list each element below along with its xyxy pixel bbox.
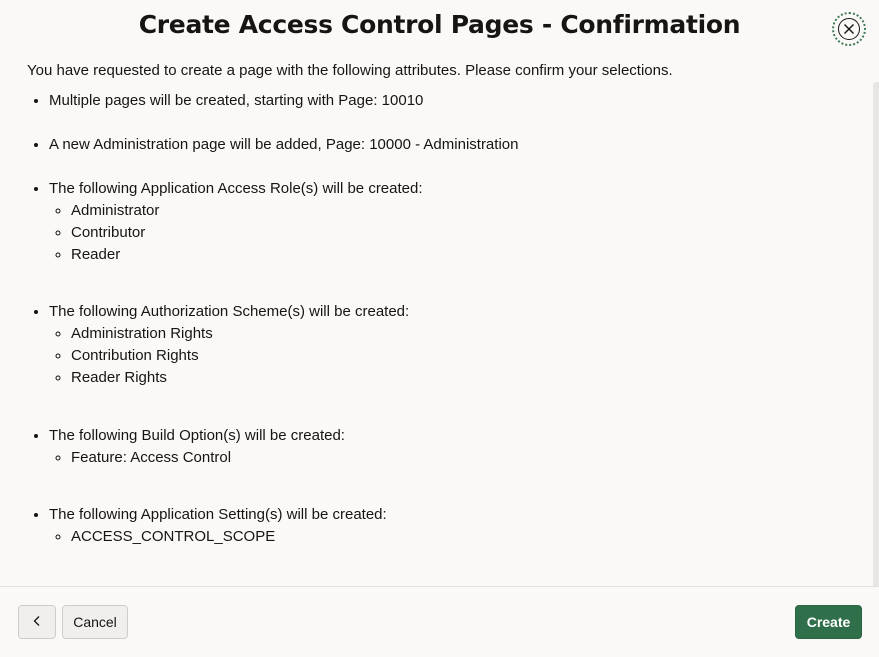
roles-list: Administrator Contributor Reader — [49, 200, 869, 266]
schemes-label: The following Authorization Scheme(s) wi… — [49, 303, 410, 320]
close-button[interactable] — [832, 12, 866, 46]
list-item-roles: The following Application Access Role(s)… — [49, 178, 869, 266]
settings-label: The following Application Setting(s) wil… — [49, 506, 387, 523]
build-options-label: The following Build Option(s) will be cr… — [49, 427, 345, 444]
list-item: Administrator — [71, 200, 869, 222]
list-item-schemes: The following Authorization Scheme(s) wi… — [49, 301, 869, 389]
close-icon — [838, 18, 860, 40]
scrollbar[interactable] — [873, 82, 879, 586]
dialog-footer: Cancel Create — [0, 586, 879, 657]
list-item-pages: Multiple pages will be created, starting… — [49, 90, 869, 112]
list-item: ACCESS_CONTROL_SCOPE — [71, 526, 869, 548]
dialog-title: Create Access Control Pages - Confirmati… — [138, 10, 741, 39]
create-button[interactable]: Create — [795, 605, 862, 639]
list-item-settings: The following Application Setting(s) wil… — [49, 504, 869, 548]
list-item: Reader Rights — [71, 367, 869, 389]
attributes-list: Multiple pages will be created, starting… — [27, 90, 869, 548]
previous-button[interactable] — [18, 605, 56, 639]
list-item: Administration Rights — [71, 323, 869, 345]
intro-text: You have requested to create a page with… — [27, 62, 673, 79]
chevron-left-icon — [32, 614, 42, 630]
settings-list: ACCESS_CONTROL_SCOPE — [49, 526, 869, 548]
list-item: Reader — [71, 244, 869, 266]
list-item: Feature: Access Control — [71, 447, 869, 469]
admin-page-text: A new Administration page will be added,… — [49, 136, 519, 153]
schemes-list: Administration Rights Contribution Right… — [49, 323, 869, 389]
list-item-build-options: The following Build Option(s) will be cr… — [49, 425, 869, 469]
pages-text: Multiple pages will be created, starting… — [49, 92, 424, 109]
dialog-body: You have requested to create a page with… — [0, 58, 879, 586]
roles-label: The following Application Access Role(s)… — [49, 180, 423, 197]
cancel-button[interactable]: Cancel — [62, 605, 128, 639]
dialog-header: Create Access Control Pages - Confirmati… — [0, 0, 879, 58]
build-options-list: Feature: Access Control — [49, 447, 869, 469]
list-item-admin-page: A new Administration page will be added,… — [49, 134, 869, 156]
list-item: Contribution Rights — [71, 345, 869, 367]
confirmation-dialog: Create Access Control Pages - Confirmati… — [0, 0, 879, 657]
list-item: Contributor — [71, 222, 869, 244]
